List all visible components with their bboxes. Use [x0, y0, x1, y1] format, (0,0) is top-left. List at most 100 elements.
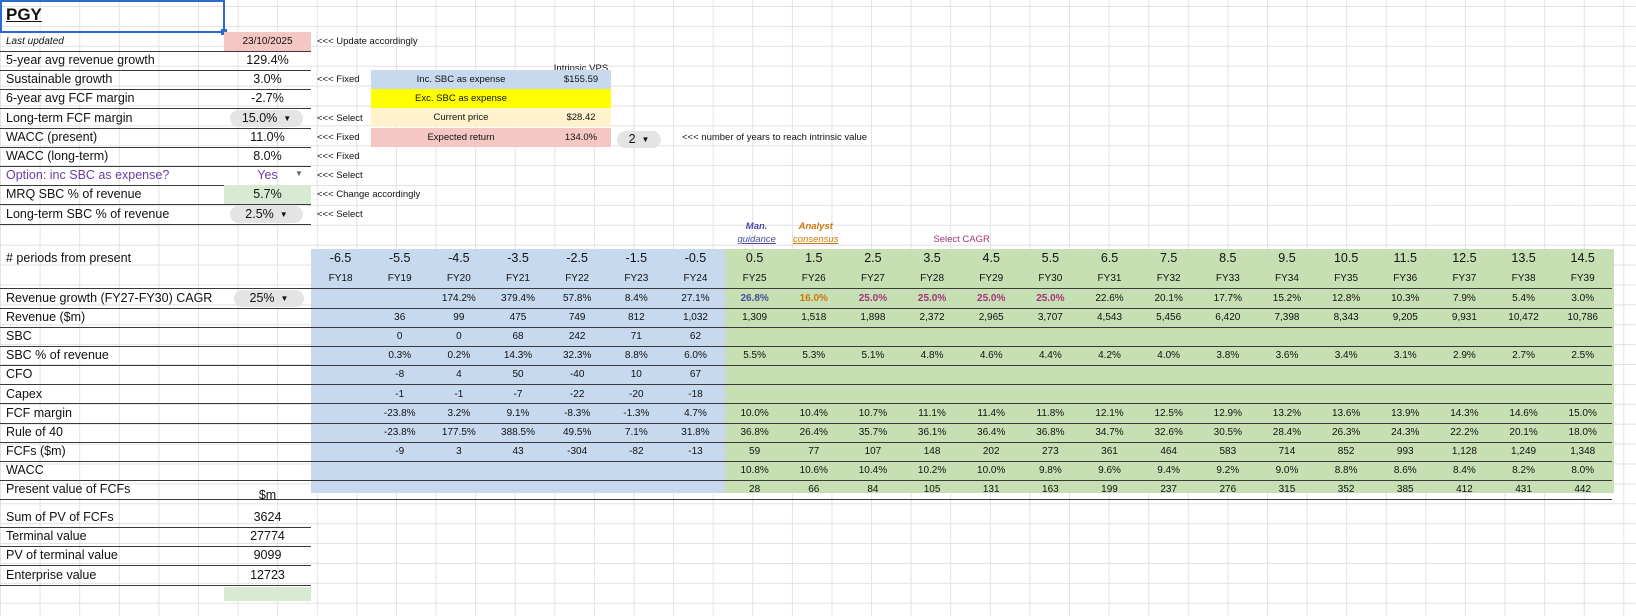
table-cell[interactable]: 9,205 [1376, 308, 1435, 328]
table-cell[interactable] [607, 480, 666, 500]
table-cell[interactable] [666, 480, 725, 500]
summary-value-0[interactable]: 3624 [224, 508, 311, 527]
table-cell[interactable]: -18 [666, 385, 725, 405]
table-cell[interactable]: 4.0% [1139, 346, 1198, 366]
table-cell[interactable]: 3.1% [1376, 346, 1435, 366]
table-cell[interactable] [1257, 327, 1316, 347]
table-cell[interactable] [1198, 385, 1257, 405]
table-cell[interactable] [1553, 385, 1612, 405]
table-cell[interactable]: 77 [784, 442, 843, 462]
param-value-4[interactable]: 11.0% [224, 128, 311, 147]
table-cell[interactable]: 11.8% [1021, 404, 1080, 424]
table-cell[interactable]: 26.3% [1317, 423, 1376, 443]
table-cell[interactable] [1080, 385, 1139, 405]
table-cell[interactable]: 385 [1376, 480, 1435, 500]
table-cell[interactable] [903, 385, 962, 405]
table-cell[interactable] [311, 480, 370, 500]
table-cell[interactable] [903, 327, 962, 347]
table-cell[interactable]: 10.7% [843, 404, 902, 424]
param-dropdown-8[interactable]: 2.5% ▼ [230, 205, 303, 223]
table-cell[interactable]: 464 [1139, 442, 1198, 462]
table-cell[interactable] [725, 327, 784, 347]
table-cell[interactable]: 10.0% [725, 404, 784, 424]
table-cell[interactable]: 7.9% [1435, 289, 1494, 309]
table-cell[interactable] [1494, 327, 1553, 347]
table-cell[interactable]: 31.8% [666, 423, 725, 443]
table-cell[interactable]: 32.3% [548, 346, 607, 366]
table-cell[interactable] [843, 365, 902, 385]
table-cell[interactable] [311, 461, 370, 481]
intrinsic-value-1[interactable] [551, 89, 611, 109]
table-cell[interactable]: 7,398 [1257, 308, 1316, 328]
table-cell[interactable] [1139, 365, 1198, 385]
table-cell[interactable] [784, 365, 843, 385]
table-cell[interactable]: 2.7% [1494, 346, 1553, 366]
active-cell-selection[interactable] [0, 0, 225, 33]
table-cell[interactable]: 16.0% [784, 289, 843, 309]
param-value-1[interactable]: 3.0% [224, 70, 311, 89]
table-cell[interactable]: 379.4% [488, 289, 547, 309]
table-cell[interactable] [962, 385, 1021, 405]
table-cell[interactable]: 32.6% [1139, 423, 1198, 443]
table-cell[interactable] [784, 385, 843, 405]
table-cell[interactable]: 11.4% [962, 404, 1021, 424]
table-cell[interactable]: 4.4% [1021, 346, 1080, 366]
table-cell[interactable]: 0.3% [370, 346, 429, 366]
table-cell[interactable] [1317, 327, 1376, 347]
intrinsic-value-0[interactable]: $155.59 [551, 70, 611, 89]
table-cell[interactable]: 2,965 [962, 308, 1021, 328]
intrinsic-value-2[interactable]: $28.42 [551, 108, 611, 128]
table-cell[interactable]: -23.8% [370, 404, 429, 424]
table-cell[interactable]: 59 [725, 442, 784, 462]
table-cell[interactable]: 4,543 [1080, 308, 1139, 328]
table-cell[interactable]: 202 [962, 442, 1021, 462]
table-cell[interactable]: 273 [1021, 442, 1080, 462]
table-cell[interactable]: -20 [607, 385, 666, 405]
table-cell[interactable]: 5.1% [843, 346, 902, 366]
table-cell[interactable]: 1,898 [843, 308, 902, 328]
table-cell[interactable]: 3,707 [1021, 308, 1080, 328]
table-cell[interactable]: 68 [488, 327, 547, 347]
table-cell[interactable] [1435, 365, 1494, 385]
table-cell[interactable] [1376, 365, 1435, 385]
table-cell[interactable]: -82 [607, 442, 666, 462]
table-cell[interactable]: 8.4% [1435, 461, 1494, 481]
table-cell[interactable]: 4.8% [903, 346, 962, 366]
table-cell[interactable] [843, 327, 902, 347]
caret-down-icon[interactable]: ▼ [295, 169, 303, 178]
table-cell[interactable]: 13.6% [1317, 404, 1376, 424]
table-cell[interactable]: 9.8% [1021, 461, 1080, 481]
table-cell[interactable]: 43 [488, 442, 547, 462]
table-cell[interactable]: 8.4% [607, 289, 666, 309]
intrinsic-value-3[interactable]: 134.0% [551, 127, 611, 147]
table-cell[interactable]: 2.5% [1553, 346, 1612, 366]
table-cell[interactable]: 276 [1198, 480, 1257, 500]
table-cell[interactable]: -8.3% [548, 404, 607, 424]
table-cell[interactable] [843, 385, 902, 405]
table-cell[interactable]: 50 [488, 365, 547, 385]
table-cell[interactable]: 24.3% [1376, 423, 1435, 443]
table-cell[interactable]: 8,343 [1317, 308, 1376, 328]
table-cell[interactable]: 8.2% [1494, 461, 1553, 481]
table-cell[interactable]: 3.4% [1317, 346, 1376, 366]
table-cell[interactable]: 25.0% [903, 289, 962, 309]
table-cell[interactable] [1198, 365, 1257, 385]
table-cell[interactable]: 28.4% [1257, 423, 1316, 443]
table-cell[interactable]: 10.2% [903, 461, 962, 481]
table-cell[interactable]: 17.7% [1198, 289, 1257, 309]
table-cell[interactable]: 107 [843, 442, 902, 462]
table-cell[interactable]: 5.3% [784, 346, 843, 366]
table-cell[interactable]: 9.1% [488, 404, 547, 424]
param-value-5[interactable]: 8.0% [224, 147, 311, 166]
table-cell[interactable]: 431 [1494, 480, 1553, 500]
table-cell[interactable]: 0 [429, 327, 488, 347]
table-cell[interactable]: -304 [548, 442, 607, 462]
table-cell[interactable]: 36.8% [725, 423, 784, 443]
table-cell[interactable] [1376, 327, 1435, 347]
table-cell[interactable]: 442 [1553, 480, 1612, 500]
table-cell[interactable]: -13 [666, 442, 725, 462]
table-cell[interactable] [725, 385, 784, 405]
table-cell[interactable]: 10.4% [843, 461, 902, 481]
table-cell[interactable]: 105 [903, 480, 962, 500]
table-cell[interactable]: 993 [1376, 442, 1435, 462]
